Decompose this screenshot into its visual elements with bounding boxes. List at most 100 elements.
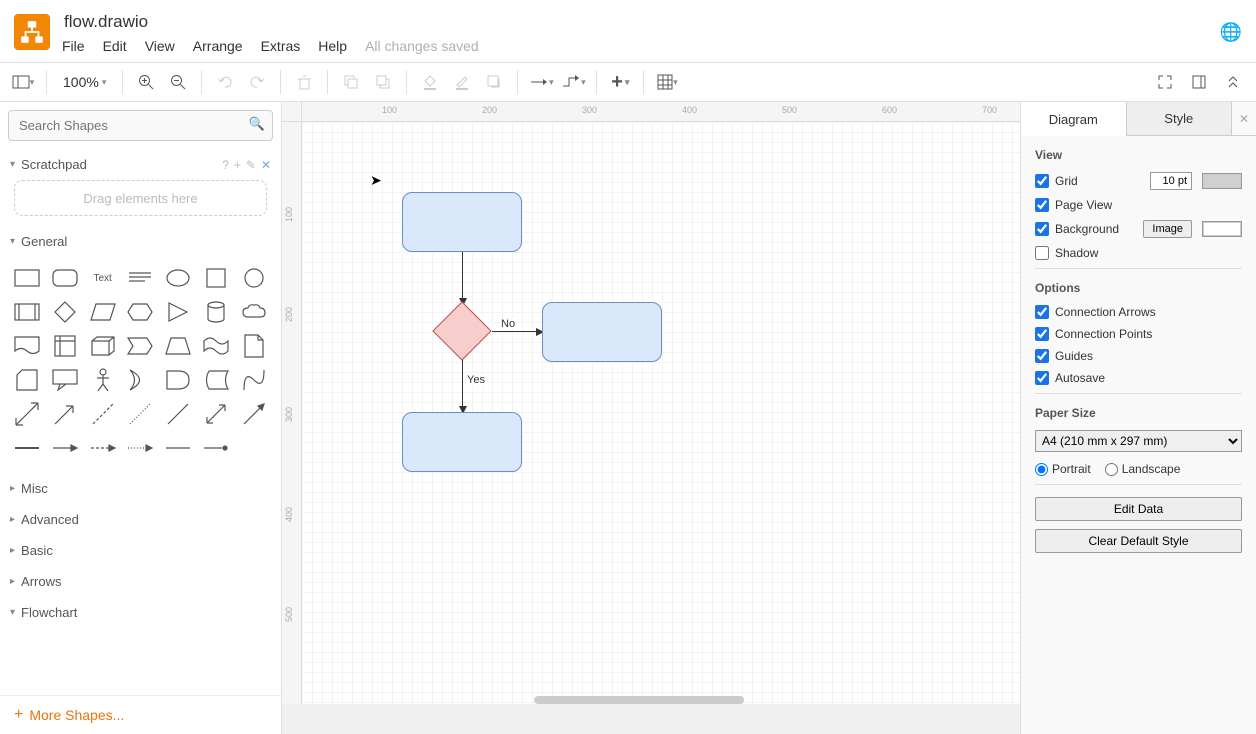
waypoint-button[interactable]: ▾ bbox=[558, 67, 588, 97]
canvas[interactable]: ➤ No Yes bbox=[302, 122, 1020, 704]
menu-file[interactable]: File bbox=[62, 38, 85, 54]
shape-link-dashed[interactable] bbox=[48, 433, 82, 463]
shape-internal-storage[interactable] bbox=[48, 331, 82, 361]
menu-edit[interactable]: Edit bbox=[103, 38, 127, 54]
shape-data-storage[interactable] bbox=[199, 365, 233, 395]
shape-curve[interactable] bbox=[237, 365, 271, 395]
drawing-page[interactable]: ➤ No Yes bbox=[302, 122, 1020, 704]
shape-triangle[interactable] bbox=[161, 297, 195, 327]
shape-and[interactable] bbox=[161, 365, 195, 395]
shape-process[interactable] bbox=[10, 297, 44, 327]
grid-checkbox[interactable] bbox=[1035, 174, 1049, 188]
shape-cylinder[interactable] bbox=[199, 297, 233, 327]
shape-arrow[interactable] bbox=[48, 399, 82, 429]
insert-button[interactable]: +▾ bbox=[605, 67, 635, 97]
section-misc[interactable]: ▸Misc bbox=[0, 473, 281, 504]
shadow-checkbox[interactable] bbox=[1035, 246, 1049, 260]
background-image-button[interactable]: Image bbox=[1143, 220, 1192, 238]
undo-button[interactable] bbox=[210, 67, 240, 97]
shape-callout[interactable] bbox=[48, 365, 82, 395]
format-panel-toggle[interactable] bbox=[1184, 67, 1214, 97]
delete-button[interactable] bbox=[289, 67, 319, 97]
pageview-checkbox[interactable] bbox=[1035, 198, 1049, 212]
fill-color-button[interactable] bbox=[415, 67, 445, 97]
grid-size-input[interactable] bbox=[1150, 172, 1192, 190]
scratchpad-dropzone[interactable]: Drag elements here bbox=[14, 180, 267, 216]
label-no[interactable]: No bbox=[500, 318, 516, 330]
more-shapes-button[interactable]: +More Shapes... bbox=[0, 695, 281, 734]
table-button[interactable]: ▾ bbox=[652, 67, 682, 97]
scratchpad-header[interactable]: ▾Scratchpad ? + ✎ ✕ bbox=[0, 149, 281, 180]
shape-note[interactable] bbox=[237, 331, 271, 361]
shape-actor[interactable] bbox=[86, 365, 120, 395]
collapse-button[interactable] bbox=[1218, 67, 1248, 97]
scratchpad-close-icon[interactable]: ✕ bbox=[261, 158, 271, 172]
node-decision[interactable] bbox=[432, 301, 491, 360]
shape-or[interactable] bbox=[124, 365, 158, 395]
search-input[interactable] bbox=[8, 110, 273, 141]
shape-parallelogram[interactable] bbox=[86, 297, 120, 327]
filename[interactable]: flow.drawio bbox=[62, 10, 479, 36]
shape-step[interactable] bbox=[124, 331, 158, 361]
shape-rounded-rect[interactable] bbox=[48, 263, 82, 293]
node-right[interactable] bbox=[542, 302, 662, 362]
autosave-checkbox[interactable] bbox=[1035, 371, 1049, 385]
tab-diagram[interactable]: Diagram bbox=[1021, 102, 1127, 136]
sidebar-toggle-button[interactable]: ▾ bbox=[8, 67, 38, 97]
zoom-in-button[interactable] bbox=[131, 67, 161, 97]
shape-hexagon[interactable] bbox=[124, 297, 158, 327]
menu-view[interactable]: View bbox=[145, 38, 175, 54]
landscape-radio[interactable] bbox=[1105, 463, 1118, 476]
node-start[interactable] bbox=[402, 192, 522, 252]
menu-arrange[interactable]: Arrange bbox=[193, 38, 243, 54]
paper-size-select[interactable]: A4 (210 mm x 297 mm) bbox=[1035, 430, 1242, 452]
shape-document[interactable] bbox=[10, 331, 44, 361]
shadow-button[interactable] bbox=[479, 67, 509, 97]
tab-style[interactable]: Style bbox=[1127, 102, 1233, 136]
shape-cube[interactable] bbox=[86, 331, 120, 361]
section-arrows[interactable]: ▸Arrows bbox=[0, 566, 281, 597]
background-checkbox[interactable] bbox=[1035, 222, 1049, 236]
fullscreen-button[interactable] bbox=[1150, 67, 1180, 97]
node-bottom[interactable] bbox=[402, 412, 522, 472]
shape-link-dotted[interactable] bbox=[124, 433, 158, 463]
grid-color-swatch[interactable] bbox=[1202, 173, 1242, 189]
redo-button[interactable] bbox=[242, 67, 272, 97]
clear-style-button[interactable]: Clear Default Style bbox=[1035, 529, 1242, 553]
edge-yes[interactable] bbox=[462, 360, 463, 408]
label-yes[interactable]: Yes bbox=[466, 374, 486, 386]
shape-bidirectional-arrow[interactable] bbox=[10, 399, 44, 429]
shape-dotted-line[interactable] bbox=[124, 399, 158, 429]
zoom-out-button[interactable] bbox=[163, 67, 193, 97]
scratchpad-help-icon[interactable]: ? bbox=[222, 158, 229, 172]
shape-diamond[interactable] bbox=[48, 297, 82, 327]
zoom-level[interactable]: 100%▾ bbox=[55, 74, 114, 90]
line-color-button[interactable] bbox=[447, 67, 477, 97]
scratchpad-add-icon[interactable]: + bbox=[234, 158, 241, 172]
app-logo[interactable] bbox=[14, 14, 50, 50]
shape-link-thick[interactable] bbox=[199, 433, 233, 463]
shape-card[interactable] bbox=[10, 365, 44, 395]
shape-trapezoid[interactable] bbox=[161, 331, 195, 361]
portrait-radio[interactable] bbox=[1035, 463, 1048, 476]
edge-1[interactable] bbox=[462, 252, 463, 300]
language-icon[interactable]: 🌐 bbox=[1220, 22, 1242, 43]
connection-button[interactable]: ▾ bbox=[526, 67, 556, 97]
background-color-swatch[interactable] bbox=[1202, 221, 1242, 237]
edit-data-button[interactable]: Edit Data bbox=[1035, 497, 1242, 521]
conn-arrows-checkbox[interactable] bbox=[1035, 305, 1049, 319]
shape-circle[interactable] bbox=[237, 263, 271, 293]
shape-link[interactable] bbox=[10, 433, 44, 463]
shape-link-dashed2[interactable] bbox=[86, 433, 120, 463]
section-flowchart[interactable]: ▾Flowchart bbox=[0, 597, 281, 628]
shape-dashed-line[interactable] bbox=[86, 399, 120, 429]
edge-no[interactable] bbox=[492, 331, 538, 332]
shape-text[interactable]: Text bbox=[86, 263, 120, 293]
shape-directional[interactable] bbox=[237, 399, 271, 429]
shape-square[interactable] bbox=[199, 263, 233, 293]
to-front-button[interactable] bbox=[336, 67, 366, 97]
guides-checkbox[interactable] bbox=[1035, 349, 1049, 363]
shape-tape[interactable] bbox=[199, 331, 233, 361]
scratchpad-edit-icon[interactable]: ✎ bbox=[246, 158, 256, 172]
shape-line[interactable] bbox=[161, 399, 195, 429]
